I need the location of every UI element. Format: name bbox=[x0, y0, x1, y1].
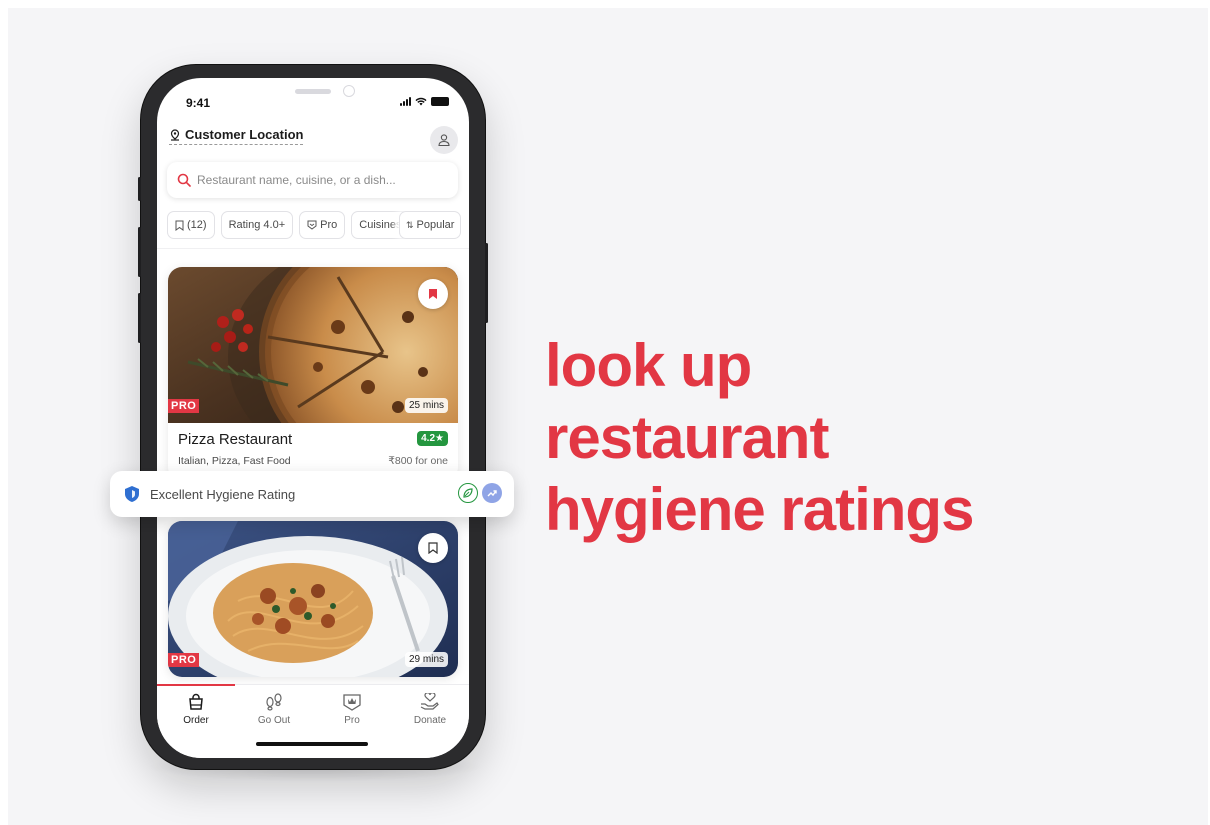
status-icons bbox=[400, 96, 449, 106]
camera bbox=[343, 85, 355, 97]
search-icon bbox=[177, 173, 191, 187]
volume-down-button bbox=[138, 293, 141, 343]
tab-donate-label: Donate bbox=[413, 715, 447, 726]
leaf-check-icon bbox=[458, 483, 478, 503]
filter-saved-label: (12) bbox=[187, 219, 207, 231]
bookmark-icon bbox=[428, 542, 438, 554]
tab-donate[interactable]: Donate bbox=[391, 693, 469, 726]
divider bbox=[157, 248, 469, 249]
hygiene-label: Excellent Hygiene Rating bbox=[150, 486, 296, 502]
search-bar[interactable]: Restaurant name, cuisine, or a dish... bbox=[167, 162, 458, 198]
delivery-time: 25 mins bbox=[404, 398, 448, 413]
sort-arrows-icon: ⇅ bbox=[406, 219, 414, 230]
power-button bbox=[485, 243, 488, 323]
search-placeholder: Restaurant name, cuisine, or a dish... bbox=[197, 173, 396, 187]
pro-shield-icon bbox=[307, 220, 317, 230]
tab-go-out[interactable]: Go Out bbox=[235, 693, 313, 726]
bookmark-button[interactable] bbox=[418, 279, 448, 309]
pasta-image: PRO 29 mins bbox=[168, 521, 458, 677]
battery-icon bbox=[431, 96, 449, 106]
signal-icon bbox=[400, 96, 411, 106]
footsteps-icon bbox=[266, 693, 282, 711]
trend-up-icon bbox=[482, 483, 502, 503]
tab-order[interactable]: Order bbox=[157, 693, 235, 726]
home-indicator bbox=[256, 742, 368, 746]
mute-switch bbox=[138, 177, 141, 201]
profile-avatar[interactable] bbox=[430, 126, 458, 154]
price-for-one: ₹800 for one bbox=[388, 455, 448, 467]
pizza-image: PRO 25 mins bbox=[168, 267, 458, 423]
bookmark-button[interactable] bbox=[418, 533, 448, 563]
filter-rating[interactable]: Rating 4.0+ bbox=[220, 211, 294, 239]
shield-check-icon bbox=[125, 486, 139, 502]
cuisine-list: Italian, Pizza, Fast Food bbox=[178, 455, 291, 467]
headline-line-3: hygiene ratings bbox=[545, 476, 974, 543]
location-label: Customer Location bbox=[185, 127, 304, 142]
restaurant-card[interactable]: PRO 29 mins bbox=[168, 521, 458, 677]
tab-pro[interactable]: Pro bbox=[313, 693, 391, 726]
pro-tag: PRO bbox=[168, 399, 200, 413]
pro-tag: PRO bbox=[168, 653, 200, 667]
volume-up-button bbox=[138, 227, 141, 277]
status-time: 9:41 bbox=[186, 96, 211, 110]
hygiene-rating-banner[interactable]: Excellent Hygiene Rating bbox=[110, 471, 514, 517]
hygiene-icons bbox=[458, 483, 502, 503]
heart-hand-icon bbox=[420, 693, 439, 710]
bookmark-icon bbox=[175, 220, 184, 231]
tab-order-label: Order bbox=[183, 715, 209, 726]
active-tab-indicator bbox=[157, 684, 235, 686]
wifi-icon bbox=[415, 97, 427, 105]
filter-rating-label: Rating 4.0+ bbox=[228, 219, 286, 231]
tab-pro-label: Pro bbox=[344, 715, 360, 726]
bottom-tab-bar: Order Go Out Pro Donate bbox=[157, 684, 469, 758]
headline-line-1: look up bbox=[545, 332, 752, 399]
crown-badge-icon bbox=[343, 694, 361, 711]
user-icon bbox=[438, 134, 450, 147]
location-pin-icon bbox=[170, 128, 180, 141]
rating-badge: 4.2★ bbox=[417, 431, 448, 446]
filter-saved[interactable]: (12) bbox=[167, 211, 215, 239]
filter-pro[interactable]: Pro bbox=[299, 211, 346, 239]
location-selector[interactable]: Customer Location bbox=[169, 127, 304, 145]
speaker bbox=[295, 89, 331, 94]
phone-screen: 9:41 Customer Location Restaurant name, … bbox=[157, 78, 469, 758]
filter-cuisines-label: Cuisines bbox=[359, 219, 402, 231]
headline: look up restaurant hygiene ratings bbox=[545, 330, 974, 546]
tab-go-out-label: Go Out bbox=[257, 715, 291, 726]
sort-popular-label: Popular bbox=[416, 219, 455, 231]
bookmark-filled-icon bbox=[429, 289, 437, 299]
filter-pro-label: Pro bbox=[320, 219, 338, 231]
headline-line-2: restaurant bbox=[545, 404, 829, 471]
restaurant-name: Pizza Restaurant bbox=[178, 431, 293, 448]
restaurant-card[interactable]: PRO 25 mins Pizza Restaurant 4.2★ Italia… bbox=[168, 267, 458, 481]
shopping-bag-icon bbox=[189, 693, 203, 710]
delivery-time: 29 mins bbox=[404, 652, 448, 667]
sort-popular[interactable]: ⇅ Popular bbox=[399, 211, 462, 239]
